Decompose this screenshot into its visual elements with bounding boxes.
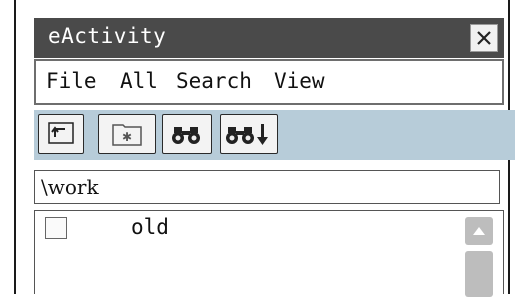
item-checkbox[interactable]: [45, 217, 67, 239]
folder-up-icon: [48, 122, 74, 144]
triangle-up-icon: [473, 227, 485, 235]
new-folder-button[interactable]: ✱: [98, 114, 156, 154]
binoculars-next-icon: [226, 124, 268, 145]
new-folder-icon: ✱: [112, 124, 142, 146]
menu-view[interactable]: View: [274, 69, 325, 93]
svg-text:✱: ✱: [122, 130, 132, 144]
file-list: old: [34, 210, 504, 297]
toolbar: ✱: [34, 110, 515, 160]
title-bar: eActivity: [34, 18, 504, 58]
menu-all[interactable]: All: [120, 69, 158, 93]
list-item[interactable]: old: [35, 215, 455, 245]
item-label: old: [131, 215, 169, 239]
search-button[interactable]: [162, 114, 212, 154]
binoculars-icon: [172, 127, 200, 144]
window-title: eActivity: [48, 24, 167, 48]
path-text: \work: [41, 175, 99, 199]
path-field[interactable]: \work: [34, 170, 500, 204]
scrollbar-thumb[interactable]: [465, 251, 493, 297]
menu-file[interactable]: File: [46, 69, 97, 93]
menu-search[interactable]: Search: [176, 69, 252, 93]
folder-up-button[interactable]: [38, 114, 84, 154]
close-button[interactable]: [470, 24, 498, 52]
search-next-button[interactable]: [220, 114, 278, 154]
close-icon: [477, 31, 491, 45]
menu-bar: File All Search View: [34, 59, 504, 105]
scroll-up-button[interactable]: [465, 217, 493, 245]
